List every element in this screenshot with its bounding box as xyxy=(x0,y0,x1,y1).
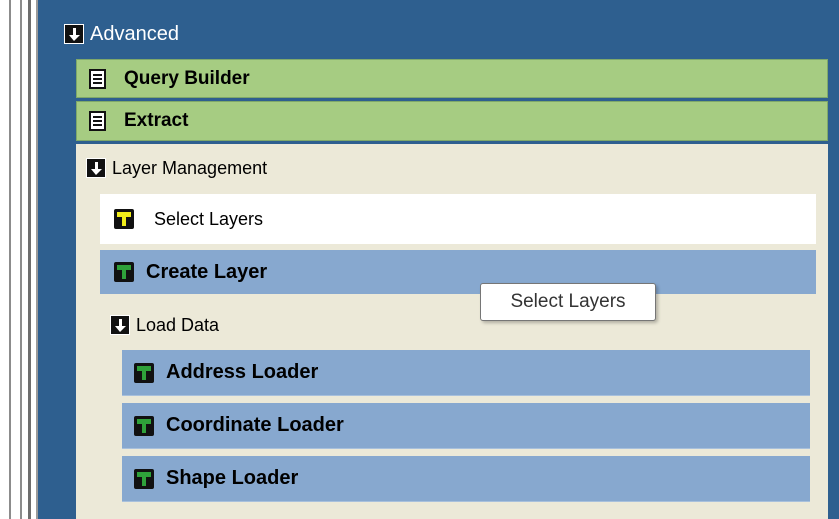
menu-item-query-builder[interactable]: Query Builder xyxy=(76,59,828,98)
load-data-header[interactable]: Load Data xyxy=(110,305,360,345)
rail-stripe xyxy=(28,0,31,519)
left-rail xyxy=(0,0,34,519)
navigation-panel: Advanced Query Builder Extract Layer Man… xyxy=(36,0,839,519)
layer-management-label: Layer Management xyxy=(112,157,268,178)
menu-item-label: Create Layer xyxy=(146,260,268,283)
tool-icon xyxy=(134,362,154,383)
rail-stripe xyxy=(9,0,11,519)
menu-item-coordinate-loader[interactable]: Coordinate Loader xyxy=(122,403,810,449)
menu-item-label: Address Loader xyxy=(166,361,319,383)
collapse-arrow-icon[interactable] xyxy=(110,315,130,335)
menu-item-create-layer[interactable]: Create Layer xyxy=(100,250,816,294)
tool-icon xyxy=(114,262,134,282)
tool-icon xyxy=(114,209,134,229)
menu-item-address-loader[interactable]: Address Loader xyxy=(122,350,810,396)
load-data-label: Load Data xyxy=(136,314,220,335)
tooltip: Select Layers xyxy=(480,283,656,321)
menu-item-label: Coordinate Loader xyxy=(166,414,344,436)
document-icon xyxy=(89,68,106,89)
menu-item-label: Query Builder xyxy=(124,67,250,89)
collapse-arrow-icon[interactable] xyxy=(86,158,106,178)
layer-management-header[interactable]: Layer Management xyxy=(86,148,386,188)
menu-item-label: Extract xyxy=(124,110,189,131)
advanced-label: Advanced xyxy=(90,22,179,45)
menu-item-label: Shape Loader xyxy=(166,467,299,489)
menu-item-select-layers[interactable]: Select Layers xyxy=(100,194,816,244)
tool-icon xyxy=(134,468,154,489)
document-icon xyxy=(89,111,106,131)
advanced-section-header[interactable]: Advanced xyxy=(64,12,824,56)
menu-item-label: Select Layers xyxy=(154,208,264,229)
rail-stripe xyxy=(20,0,22,519)
tool-icon xyxy=(134,415,154,436)
collapse-arrow-icon[interactable] xyxy=(64,24,84,44)
menu-item-shape-loader[interactable]: Shape Loader xyxy=(122,456,810,502)
menu-item-extract[interactable]: Extract xyxy=(76,101,828,141)
